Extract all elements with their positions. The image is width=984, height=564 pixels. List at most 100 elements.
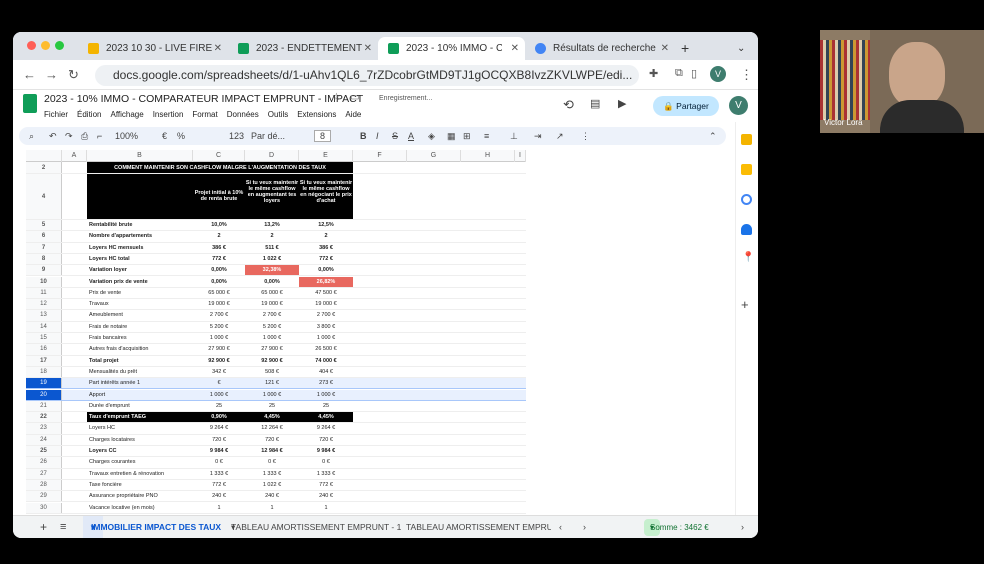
table-row[interactable]: 13 Ameublement 2 700 €2 700 €2 700 € xyxy=(26,310,526,322)
table-row[interactable]: 15 Frais bancaires 1 000 €1 000 €1 000 € xyxy=(26,333,526,345)
cell-projet-initial[interactable]: 92 900 € xyxy=(193,356,245,366)
spreadsheet-grid[interactable]: 2 COMMENT MAINTENIR SON CASHFLOW MALGRE … xyxy=(26,162,526,514)
row-label[interactable]: Rentabilité brute xyxy=(87,220,193,230)
cell-augmenter-loyers[interactable]: 27 900 € xyxy=(245,344,299,354)
move-icon[interactable]: ▭ xyxy=(350,92,359,103)
row-label[interactable]: Mensualités du prêt xyxy=(87,367,193,377)
cell-augmenter-loyers[interactable]: 508 € xyxy=(245,367,299,377)
history-icon[interactable]: ⟲ xyxy=(563,97,574,113)
row-label[interactable]: Assurance propriétaire PNO xyxy=(87,491,193,501)
cell-augmenter-loyers[interactable]: 1 000 € xyxy=(245,390,299,400)
close-tab-icon[interactable]: ✕ xyxy=(364,37,372,60)
cell-augmenter-loyers[interactable]: 0 € xyxy=(245,457,299,467)
cell-augmenter-loyers[interactable]: 25 xyxy=(245,401,299,411)
explore-icon[interactable]: › xyxy=(741,516,744,538)
cell-projet-initial[interactable]: 0,90% xyxy=(193,412,245,423)
row-number[interactable]: 29 xyxy=(26,491,62,502)
cell-projet-initial[interactable]: 1 000 € xyxy=(193,390,245,400)
more-icon[interactable]: ⋮ xyxy=(581,127,590,145)
cell-augmenter-loyers[interactable]: 5 200 € xyxy=(245,322,299,332)
sum-indicator[interactable]: Somme : 3462 € ▾ xyxy=(644,519,709,536)
cell-projet-initial[interactable]: 1 333 € xyxy=(193,469,245,479)
table-row[interactable]: 5 Rentabilité brute 10,0% 13,2% 12,5% xyxy=(26,220,526,232)
row-number[interactable]: 26 xyxy=(26,457,62,468)
table-row[interactable]: 28 Taxe foncière 772 €1 022 €772 € xyxy=(26,479,526,492)
scroll-tabs-left-icon[interactable]: ‹ xyxy=(559,516,562,538)
row-number[interactable]: 2 xyxy=(26,162,62,173)
cell-augmenter-loyers[interactable]: 1 000 € xyxy=(245,333,299,343)
valign-icon[interactable]: ⊥ xyxy=(510,127,518,145)
row-label[interactable]: Nombre d'appartements xyxy=(87,231,193,241)
sheet-tab-amortissement-1[interactable]: TABLEAU AMORTISSEMENT EMPRUNT - 1 ▾ xyxy=(231,516,401,538)
merge-icon[interactable]: ⊞ xyxy=(463,127,471,145)
table-row[interactable]: 20 Apport 1 000 €1 000 €1 000 € xyxy=(26,389,526,401)
sheet-tab-amortissement-2[interactable]: TABLEAU AMORTISSEMENT EMPRUNT - xyxy=(406,516,551,538)
row-number[interactable]: 30 xyxy=(26,502,62,513)
cell-augmenter-loyers[interactable]: 19 000 € xyxy=(245,299,299,309)
sidebar-icon[interactable]: ▯ xyxy=(691,67,697,80)
cell-projet-initial[interactable]: 0,00% xyxy=(193,277,245,287)
table-row[interactable]: 7 Loyers HC mensuels 386 €511 €386 € xyxy=(26,242,526,254)
row-label[interactable]: Travaux xyxy=(87,299,193,309)
bold-icon[interactable]: B xyxy=(360,127,367,145)
table-row[interactable]: 19 Part intérêts année 1 €121 €273 € xyxy=(26,378,526,390)
cell-augmenter-loyers[interactable]: 1 022 € xyxy=(245,480,299,490)
table-row[interactable]: 12 Travaux 19 000 €19 000 €19 000 € xyxy=(26,299,526,311)
row-number[interactable]: 4 xyxy=(26,174,62,219)
row-number[interactable]: 17 xyxy=(26,355,62,366)
header-projet-initial[interactable]: Projet initial à 10% de renta brute xyxy=(193,174,245,219)
cell-projet-initial[interactable]: 10,0% xyxy=(193,220,245,230)
row-label[interactable]: Loyers CC xyxy=(87,446,193,456)
cell-augmenter-loyers[interactable]: 13,2% xyxy=(245,220,299,230)
print-icon[interactable]: ⎙ xyxy=(81,127,88,145)
cell-projet-initial[interactable]: 9 264 € xyxy=(193,423,245,433)
close-tab-icon[interactable]: ✕ xyxy=(511,37,519,60)
browser-menu-icon[interactable]: ⋮ xyxy=(740,67,753,83)
contacts-icon[interactable] xyxy=(741,224,752,235)
reload-icon[interactable]: ↻ xyxy=(68,67,79,83)
menu-affichage[interactable]: Affichage xyxy=(110,110,143,119)
row-number[interactable]: 27 xyxy=(26,468,62,479)
doc-title[interactable]: 2023 - 10% IMMO - COMPARATEUR IMPACT EMP… xyxy=(44,93,363,105)
row-number[interactable]: 6 xyxy=(26,231,62,242)
cell-negocier-prix[interactable]: 25 xyxy=(299,401,353,411)
percent-button[interactable]: % xyxy=(177,127,185,145)
rotate-icon[interactable]: ↗ xyxy=(556,127,564,145)
table-row[interactable]: 2 COMMENT MAINTENIR SON CASHFLOW MALGRE … xyxy=(26,162,526,174)
zoom-select[interactable]: 100% xyxy=(115,127,138,145)
table-row[interactable]: 16 Autres frais d'acquisition 27 900 €27 9… xyxy=(26,344,526,356)
column-d[interactable]: D xyxy=(245,150,299,162)
sheet-tab-active[interactable]: IMMOBILIER IMPACT DES TAUX ▾ xyxy=(83,516,221,538)
align-icon[interactable]: ≡ xyxy=(484,127,489,145)
extensions-icon[interactable]: ✚ xyxy=(649,67,658,80)
table-row[interactable]: 4 Projet initial à 10% de renta brute Si… xyxy=(26,174,526,220)
header-cell-blank[interactable] xyxy=(87,174,193,219)
row-number[interactable]: 24 xyxy=(26,434,62,445)
row-number[interactable]: 8 xyxy=(26,253,62,265)
cell-augmenter-loyers[interactable]: 1 xyxy=(245,503,299,513)
cell-projet-initial[interactable]: 720 € xyxy=(193,435,245,445)
row-number[interactable]: 14 xyxy=(26,321,62,332)
cell-augmenter-loyers[interactable]: 1 022 € xyxy=(245,254,299,264)
meet-icon[interactable]: ▶ xyxy=(618,97,626,110)
profile-avatar[interactable]: V xyxy=(710,66,726,82)
borders-icon[interactable]: ▦ xyxy=(447,127,456,145)
row-label[interactable]: Vacance locative (en mois) xyxy=(87,503,193,513)
cell-negocier-prix[interactable]: 2 700 € xyxy=(299,310,353,320)
cell-negocier-prix[interactable]: 1 333 € xyxy=(299,469,353,479)
back-icon[interactable]: ← xyxy=(23,67,36,82)
cell-negocier-prix[interactable]: 3 800 € xyxy=(299,322,353,332)
row-label[interactable]: Frais bancaires xyxy=(87,333,193,343)
minimize-window-button[interactable] xyxy=(41,41,50,50)
row-number[interactable]: 16 xyxy=(26,344,62,355)
cell-projet-initial[interactable]: 19 000 € xyxy=(193,299,245,309)
all-sheets-icon[interactable]: ≡ xyxy=(60,516,66,538)
cell-augmenter-loyers[interactable]: 12 264 € xyxy=(245,423,299,433)
table-row[interactable]: 10 Variation prix de vente 0,00% 0,00% 26,82… xyxy=(26,276,526,288)
column-f[interactable]: F xyxy=(353,150,407,162)
cell-negocier-prix[interactable]: 240 € xyxy=(299,491,353,501)
row-number[interactable]: 7 xyxy=(26,242,62,253)
cell-negocier-prix[interactable]: 0,00% xyxy=(299,265,353,275)
cell-projet-initial[interactable]: 1 xyxy=(193,503,245,513)
tasks-icon[interactable] xyxy=(741,194,752,205)
